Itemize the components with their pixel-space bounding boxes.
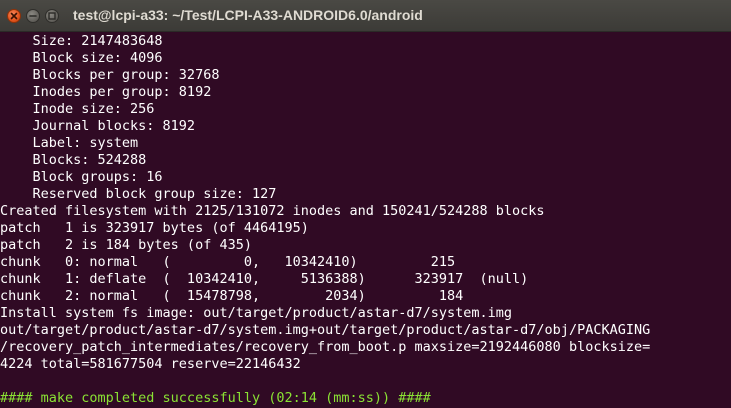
terminal-line: Created filesystem with 2125/131072 inod… bbox=[0, 203, 545, 219]
terminal-line: chunk 1: deflate ( 10342410, 5136388) 32… bbox=[0, 271, 529, 287]
terminal-line: Blocks per group: 32768 bbox=[0, 67, 220, 83]
terminal-line: Block groups: 16 bbox=[0, 169, 163, 185]
terminal-line: /recovery_patch_intermediates/recovery_f… bbox=[0, 339, 651, 355]
terminal-window: test@lcpi-a33: ~/Test/LCPI-A33-ANDROID6.… bbox=[0, 0, 731, 408]
title-bar[interactable]: test@lcpi-a33: ~/Test/LCPI-A33-ANDROID6.… bbox=[0, 0, 731, 32]
build-status-line: #### make completed successfully (02:14 … bbox=[0, 390, 431, 406]
terminal-line: Label: system bbox=[0, 135, 139, 151]
terminal-line: patch 2 is 184 bytes (of 435) bbox=[0, 237, 252, 253]
terminal-line: out/target/product/astar-d7/system.img+o… bbox=[0, 322, 651, 338]
close-icon bbox=[10, 12, 18, 20]
terminal-line: patch 1 is 323917 bytes (of 4464195) bbox=[0, 220, 309, 236]
minimize-icon bbox=[29, 15, 37, 17]
terminal-lines: Size: 2147483648 Block size: 4096 Blocks… bbox=[0, 33, 650, 407]
minimize-button[interactable] bbox=[26, 9, 40, 23]
terminal-line: Blocks: 524288 bbox=[0, 152, 147, 168]
terminal-line: chunk 2: normal ( 15478798, 2034) 184 bbox=[0, 288, 464, 304]
maximize-icon bbox=[48, 12, 56, 20]
terminal-line: Journal blocks: 8192 bbox=[0, 118, 196, 134]
window-title: test@lcpi-a33: ~/Test/LCPI-A33-ANDROID6.… bbox=[73, 7, 423, 23]
terminal-line: chunk 0: normal ( 0, 10342410) 215 bbox=[0, 254, 456, 270]
terminal-line: Inode size: 256 bbox=[0, 101, 155, 117]
terminal-line: Inodes per group: 8192 bbox=[0, 84, 212, 100]
terminal-line: Block size: 4096 bbox=[0, 50, 163, 66]
terminal-line: Reserved block group size: 127 bbox=[0, 186, 277, 202]
maximize-button[interactable] bbox=[45, 9, 59, 23]
terminal-line: Size: 2147483648 bbox=[0, 33, 163, 49]
close-button[interactable] bbox=[7, 9, 21, 23]
terminal-line: Install system fs image: out/target/prod… bbox=[0, 305, 513, 321]
terminal-line: 4224 total=581677504 reserve=22146432 bbox=[0, 356, 301, 372]
terminal-output[interactable]: Size: 2147483648 Block size: 4096 Blocks… bbox=[0, 32, 731, 408]
